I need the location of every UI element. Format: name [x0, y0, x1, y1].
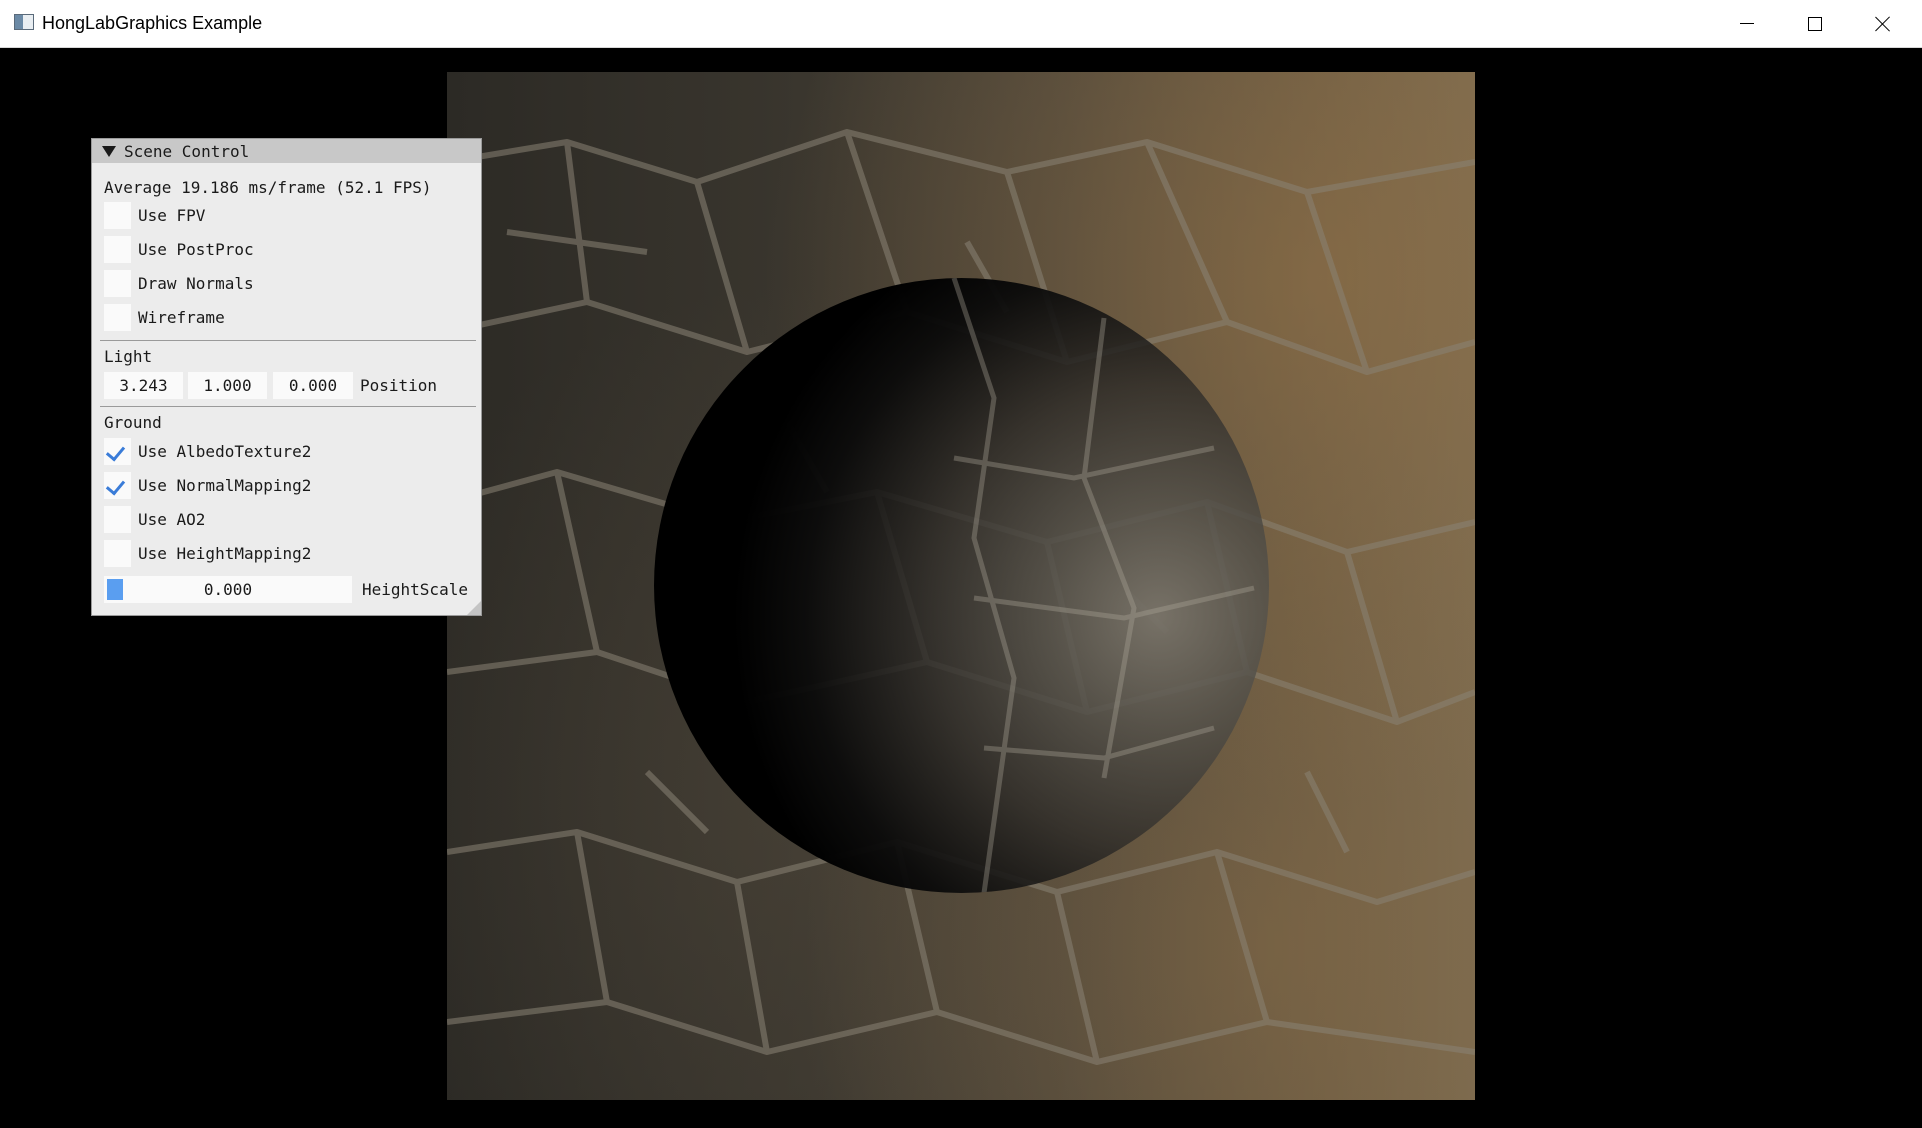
close-icon [1875, 16, 1891, 32]
light-position-z-field[interactable]: 0.000 [273, 372, 353, 399]
panel-header[interactable]: Scene Control [92, 139, 481, 163]
use-fpv-checkbox[interactable] [104, 202, 131, 229]
app-window: HongLabGraphics Example Scene Control Av… [0, 0, 1922, 1128]
fps-readout: Average 19.186 ms/frame (52.1 FPS) [104, 178, 432, 197]
ground-section-label: Ground [104, 413, 162, 432]
use-albedo-texture-label: Use AlbedoTexture2 [138, 442, 312, 461]
light-position-label: Position [360, 376, 438, 395]
lit-sphere [654, 278, 1269, 893]
minimize-icon [1740, 23, 1754, 24]
sphere-texture [951, 278, 1255, 893]
app-window-icon [14, 14, 34, 30]
panel-title: Scene Control [124, 142, 250, 161]
use-fpv-label: Use FPV [138, 206, 206, 225]
use-postproc-checkbox[interactable] [104, 236, 131, 263]
height-scale-row: 0.000 HeightScale [92, 576, 481, 604]
draw-normals-label: Draw Normals [138, 274, 254, 293]
light-position-y-value: 1.000 [203, 376, 252, 395]
maximize-button[interactable] [1781, 0, 1849, 47]
light-position-row: 3.243 1.000 0.000 Position [104, 372, 474, 400]
light-position-z-value: 0.000 [288, 376, 338, 395]
separator [100, 406, 476, 407]
use-normal-mapping-label: Use NormalMapping2 [138, 476, 312, 495]
maximize-icon [1808, 16, 1822, 31]
collapse-arrow-icon[interactable] [102, 146, 116, 157]
use-height-mapping-checkbox[interactable] [104, 540, 131, 567]
separator [100, 340, 476, 341]
window-title: HongLabGraphics Example [42, 13, 263, 33]
wireframe-label: Wireframe [138, 308, 225, 327]
use-height-mapping-label: Use HeightMapping2 [138, 544, 312, 563]
draw-normals-checkbox[interactable] [104, 270, 131, 297]
light-position-y-field[interactable]: 1.000 [188, 372, 267, 399]
height-scale-label: HeightScale [362, 580, 468, 599]
resize-grip-icon[interactable] [467, 601, 481, 615]
checkmark-icon [105, 441, 126, 462]
close-button[interactable] [1849, 0, 1917, 47]
checkmark-icon [105, 475, 126, 496]
light-section-label: Light [104, 347, 153, 366]
use-ao-label: Use AO2 [138, 510, 206, 529]
use-normal-mapping-checkbox[interactable] [104, 472, 131, 499]
light-position-x-field[interactable]: 3.243 [104, 372, 183, 399]
light-position-x-value: 3.243 [119, 376, 168, 395]
height-scale-slider[interactable]: 0.000 [104, 576, 352, 603]
title-bar[interactable]: HongLabGraphics Example [0, 0, 1922, 48]
use-postproc-label: Use PostProc [138, 240, 254, 259]
scene-control-panel[interactable]: Scene Control Average 19.186 ms/frame (5… [91, 138, 482, 616]
wireframe-checkbox[interactable] [104, 304, 131, 331]
use-albedo-texture-checkbox[interactable] [104, 438, 131, 465]
use-ao-checkbox[interactable] [104, 506, 131, 533]
slider-grab-handle[interactable] [107, 579, 123, 600]
minimize-button[interactable] [1713, 0, 1781, 47]
height-scale-value: 0.000 [203, 580, 253, 599]
